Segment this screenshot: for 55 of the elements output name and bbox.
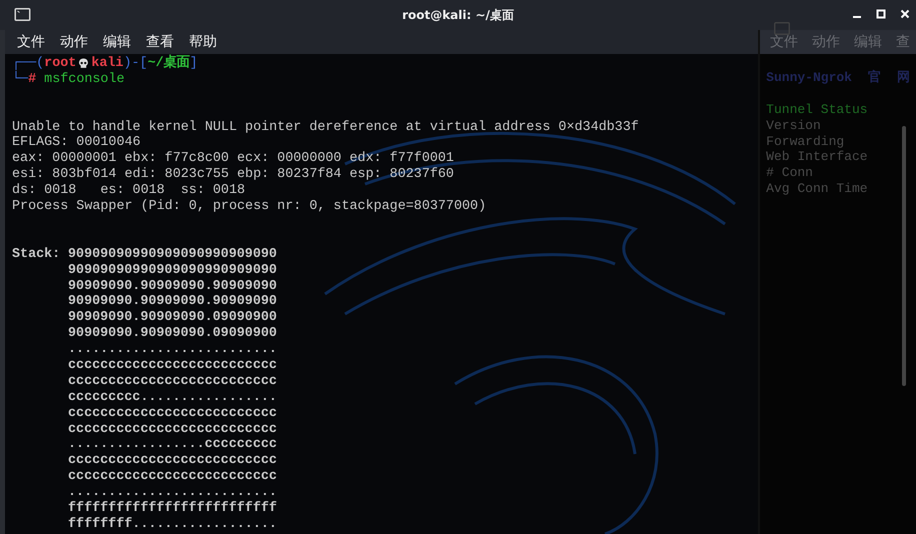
status-label: # Conn [766,165,814,182]
status-label: Version [766,118,822,134]
stack-line: 90909090.90909090.90909090 [68,294,277,310]
output-line: Unable to handle kernel NULL pointer dereference at virtual address 0×d34db33f [12,120,640,136]
prompt-path: ~/桌面 [148,56,190,72]
output-line: ds: 0018 es: 0018 ss: 0018 [12,183,246,199]
stack-line: cccccccccccccccccccccccccc [68,406,277,422]
status-label: Web Interface [766,149,869,166]
prompt-frame: )-[ [123,56,148,72]
maximize-button[interactable] [876,9,886,19]
stack-line: 90909090990909090990909090 [68,262,277,278]
stack-line: ffffffffffffffffffffffffff [68,500,277,517]
header-text: Sunny-Ngrok [766,70,852,86]
prompt-frame: ] [190,56,198,72]
stack-line: 90909090.90909090.90909090 [68,278,277,294]
stack-line: cccccccccccccccccccccccccc [68,469,277,486]
stack-line: 90909090990909090990909090 [68,246,277,263]
output-line: esi: 803bf014 edi: 8023c755 ebp: 80237f84 esp: 80237f60 [12,167,455,183]
close-button[interactable] [900,9,910,19]
prompt-user: root [44,56,76,72]
header-text: 官 [868,70,881,86]
stack-line: ffffffff.................. [68,516,277,533]
output-line: EFLAGS: 00010046 [12,135,142,151]
menu-item[interactable]: 帮助 [189,33,217,51]
window-title: root@kali: ~/桌面 [402,6,514,24]
stack-line: 90909090.90909090.09090900 [68,310,277,326]
stack-line: cccccccccccccccccccccccccc [68,453,277,470]
menu-item[interactable]: 查看 [146,33,174,51]
status-label: Avg Conn Time [766,181,869,198]
menu-item[interactable]: 动作 [60,33,88,51]
stack-line: 90909090.90909090.09090900 [68,326,277,342]
menu-item[interactable]: 文件 [17,33,45,51]
header-text: 网 [897,70,910,86]
stack-line: .......................... [68,342,277,358]
menu-item[interactable]: 编辑 [103,33,131,51]
prompt-symbol: # [28,72,36,88]
prompt-frame: ┌──( [12,56,44,72]
prompt-frame: └─ [12,72,28,88]
status-label: Tunnel Status [766,102,869,118]
stack-line: cccccccccccccccccccccccccc [68,422,277,438]
prompt-host: kali [91,56,124,72]
stack-label: Stack: [12,246,62,263]
output-line: Process Swapper (Pid: 0, process nr: 0, stackpage=80377000) [12,199,488,215]
scrollbar[interactable] [902,126,906,386]
terminal-icon[interactable] [14,8,31,21]
stack-line: .................ccccccccc [68,437,277,454]
skull-icon [78,58,90,70]
command-text: msfconsole [44,72,125,88]
stack-line: cccccccccccccccccccccccccc [68,358,277,374]
status-label: Forwarding [766,134,846,150]
terminal-icon [774,22,790,35]
output-line: eax: 00000001 ebx: f77c8c00 ecx: 00000000 edx: f77f0001 [12,151,455,167]
stack-line: ccccccccc................. [68,390,277,406]
stack-line: cccccccccccccccccccccccccc [68,374,277,390]
stack-line: .......................... [68,485,277,501]
